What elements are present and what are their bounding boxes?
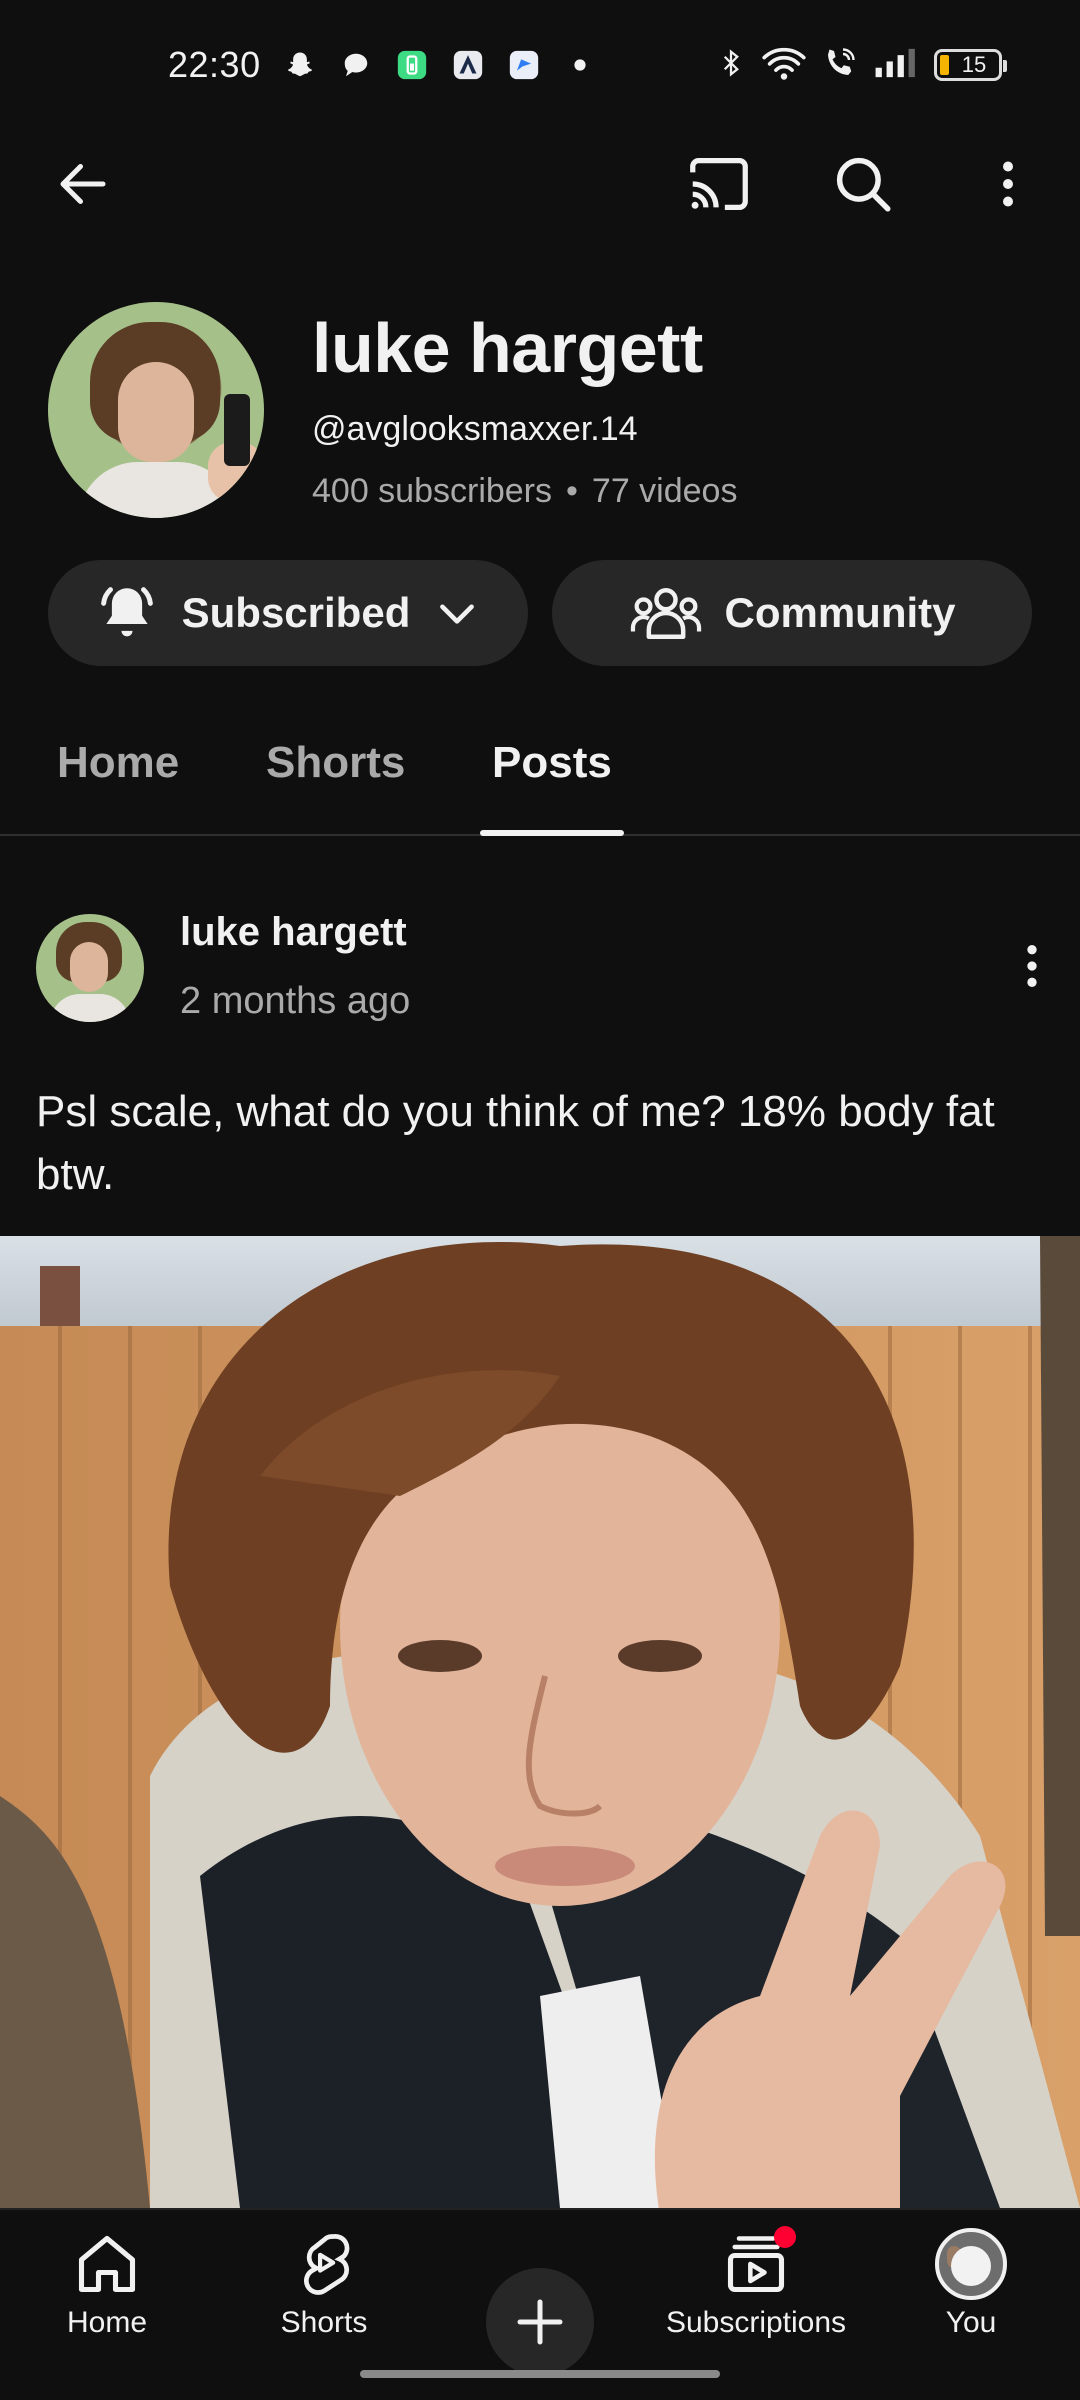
status-left: 22:30 — [168, 44, 597, 86]
tab-home[interactable]: Home — [57, 738, 179, 788]
video-count: 77 videos — [591, 472, 738, 510]
back-button[interactable] — [47, 148, 119, 220]
signal-icon — [874, 47, 918, 84]
top-app-bar — [0, 130, 1080, 235]
post-author-avatar[interactable] — [36, 914, 144, 1022]
tab-shorts[interactable]: Shorts — [266, 738, 405, 788]
cast-button[interactable] — [683, 148, 755, 220]
bell-ringing-icon — [100, 587, 153, 637]
tab-posts[interactable]: Posts — [492, 738, 612, 788]
subscriber-count: 400 subscribers — [312, 472, 553, 510]
post-text: Psl scale, what do you think of me? 18% … — [36, 1087, 995, 1199]
chat-bubble-icon — [339, 48, 373, 82]
subscribed-button[interactable]: Subscribed — [48, 560, 528, 666]
chevron-down-icon — [440, 604, 475, 624]
community-button[interactable]: Community — [552, 560, 1032, 666]
status-bar: 22:30 15 — [0, 0, 1080, 130]
home-icon — [71, 2228, 143, 2300]
messenger-app-icon — [507, 48, 541, 82]
post-image[interactable] — [0, 1236, 1080, 2208]
user-avatar — [935, 2228, 1007, 2300]
subscribed-label: Subscribed — [181, 589, 411, 636]
nav-shorts-label: Shorts — [280, 2306, 368, 2339]
post-timestamp: 2 months ago — [180, 980, 411, 1022]
wifi-calling-icon — [822, 45, 858, 86]
snapchat-icon — [283, 48, 317, 82]
more-options-button[interactable] — [972, 148, 1044, 220]
battery-level: 15 — [961, 52, 987, 77]
phone-battery-app-icon — [395, 48, 429, 82]
nav-you-label: You — [945, 2306, 997, 2339]
new-content-dot — [774, 2226, 796, 2248]
more-notifications-dot-icon — [563, 48, 597, 82]
gesture-home-indicator[interactable] — [360, 2370, 720, 2378]
channel-tabs: Home Shorts Posts — [0, 700, 1080, 836]
post-author-name[interactable]: luke hargett — [180, 910, 407, 955]
bluetooth-icon — [716, 46, 746, 85]
subscriptions-icon — [720, 2226, 796, 2300]
plus-icon — [517, 2299, 563, 2345]
shorts-icon — [288, 2228, 360, 2300]
arrow-left-icon — [60, 164, 106, 204]
stats-separator: • — [566, 472, 578, 510]
search-icon — [836, 157, 891, 212]
status-time: 22:30 — [168, 44, 261, 85]
artstudio-icon — [451, 48, 485, 82]
channel-stats: 400 subscribers • 77 videos — [312, 472, 737, 511]
channel-handle: @avglooksmaxxer.14 — [312, 410, 638, 448]
community-people-icon — [630, 588, 701, 640]
post-more-options-button[interactable] — [1000, 930, 1064, 1002]
selfie-photo — [0, 1236, 1080, 2208]
active-tab-indicator — [480, 830, 624, 836]
more-vert-icon — [1027, 945, 1037, 987]
nav-subscriptions-label: Subscriptions — [665, 2306, 847, 2339]
create-button[interactable] — [486, 2268, 594, 2376]
channel-avatar[interactable] — [48, 302, 264, 518]
nav-home-label: Home — [66, 2306, 148, 2339]
nav-subscriptions[interactable]: Subscriptions — [656, 2226, 856, 2340]
channel-name: luke hargett — [312, 309, 703, 387]
nav-shorts[interactable]: Shorts — [224, 2228, 424, 2340]
nav-you[interactable]: You — [871, 2228, 1071, 2340]
cast-icon — [690, 158, 748, 210]
more-vert-icon — [1003, 161, 1013, 207]
battery-icon: 15 — [934, 49, 1007, 81]
status-right: 15 — [716, 45, 1007, 86]
search-button[interactable] — [827, 148, 899, 220]
community-label: Community — [724, 589, 956, 636]
wifi-icon — [762, 45, 806, 86]
nav-home[interactable]: Home — [7, 2228, 207, 2340]
